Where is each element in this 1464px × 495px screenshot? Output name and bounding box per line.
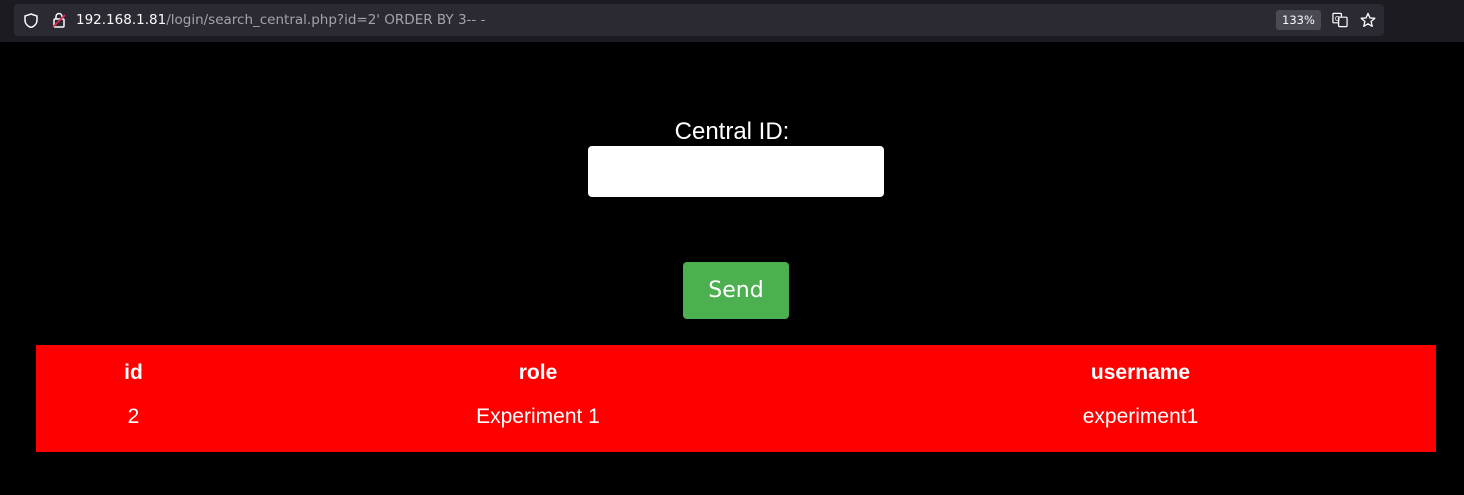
url-text[interactable]: 192.168.1.81/login/search_central.php?id… (76, 12, 485, 28)
star-icon[interactable] (1360, 12, 1376, 28)
address-bar[interactable]: 192.168.1.81/login/search_central.php?id… (14, 4, 1384, 36)
shield-icon[interactable] (23, 12, 39, 28)
header-id: id (124, 360, 143, 384)
translate-icon[interactable]: G (1332, 12, 1348, 28)
central-id-input[interactable] (588, 146, 884, 197)
url-path: /login/search_central.php?id=2' ORDER BY… (166, 12, 486, 28)
header-username: username (1090, 360, 1191, 384)
cell-role: Experiment 1 (476, 405, 600, 428)
header-role: role (518, 360, 558, 384)
central-id-label: Central ID: (674, 118, 790, 145)
svg-text:G: G (1335, 15, 1340, 23)
lock-icon[interactable] (51, 12, 67, 28)
table-header-row: id role username (36, 345, 1436, 400)
cell-id: 2 (127, 405, 140, 428)
cell-username: experiment1 (1082, 405, 1199, 428)
table-row: 2 Experiment 1 experiment1 (36, 400, 1436, 452)
url-host: 192.168.1.81 (76, 12, 167, 28)
send-button[interactable]: Send (683, 262, 789, 319)
browser-toolbar: 192.168.1.81/login/search_central.php?id… (0, 0, 1464, 42)
zoom-level-badge[interactable]: 133% (1276, 10, 1321, 30)
results-table: id role username 2 Experiment 1 experime… (36, 345, 1436, 452)
